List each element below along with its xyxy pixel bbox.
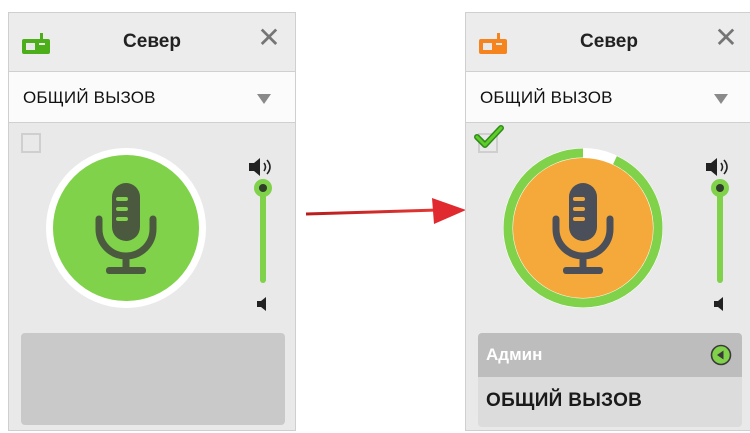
channel-select[interactable]: ОБЩИЙ ВЫЗОВ <box>466 71 750 123</box>
panel-title: Север <box>580 31 638 52</box>
volume-control <box>704 155 734 315</box>
select-checkbox[interactable] <box>21 133 41 153</box>
caret-down-icon <box>257 94 271 104</box>
speaker-quiet-icon <box>257 297 266 311</box>
volume-slider-track[interactable] <box>260 189 266 283</box>
close-button[interactable]: ✕ <box>714 24 738 52</box>
radio-panel-talking: Север ✕ ОБЩИЙ ВЫЗОВ Админ ОБЩИЙ ВЫЗОВ <box>465 12 750 431</box>
channel-select-value: ОБЩИЙ ВЫЗОВ <box>480 88 613 107</box>
speaker-loud-icon <box>249 158 271 176</box>
ptt-button[interactable] <box>502 147 664 309</box>
caller-info-empty <box>21 333 285 425</box>
panel-header: Север ✕ <box>466 13 750 71</box>
active-channel-name: ОБЩИЙ ВЫЗОВ <box>486 390 643 411</box>
speaker-loud-icon <box>706 158 728 176</box>
checkmark-icon <box>474 125 504 148</box>
channel-select[interactable]: ОБЩИЙ ВЫЗОВ <box>9 71 295 123</box>
radio-panel-idle: Север ✕ ОБЩИЙ ВЫЗОВ <box>8 12 296 431</box>
volume-slider-track[interactable] <box>717 189 723 283</box>
speaker-quiet-icon <box>714 297 723 311</box>
ptt-circle <box>503 148 663 308</box>
right-arrow-icon <box>305 198 466 224</box>
panel-header: Север ✕ <box>9 13 295 71</box>
caret-down-icon <box>714 94 728 104</box>
play-circle-icon[interactable] <box>710 344 732 366</box>
caller-bar: Админ <box>478 333 742 377</box>
volume-slider-knob[interactable] <box>254 179 272 197</box>
ptt-button[interactable] <box>45 147 207 309</box>
active-channel-bar: ОБЩИЙ ВЫЗОВ <box>478 377 742 427</box>
ptt-circle <box>46 148 206 308</box>
panel-title: Север <box>123 31 181 52</box>
volume-control <box>247 155 277 315</box>
close-button[interactable]: ✕ <box>257 24 281 52</box>
channel-select-value: ОБЩИЙ ВЫЗОВ <box>23 88 156 107</box>
select-checkbox[interactable] <box>474 125 504 153</box>
volume-slider-knob[interactable] <box>711 179 729 197</box>
caller-name: Админ <box>486 345 543 364</box>
